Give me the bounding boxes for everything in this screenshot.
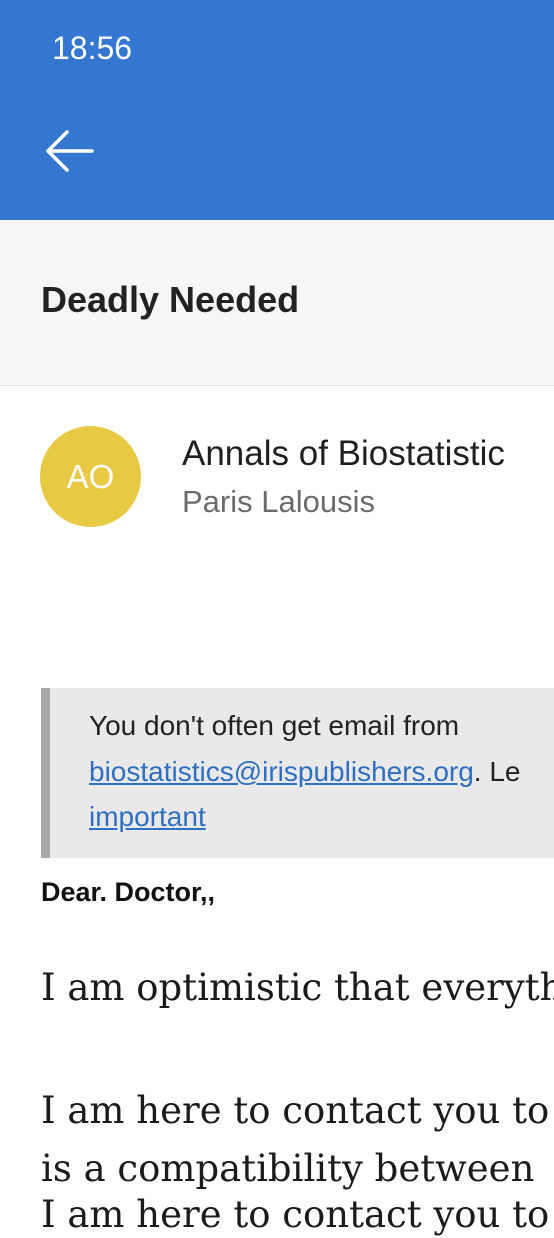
back-button[interactable]	[40, 124, 100, 180]
learn-why-important-link[interactable]: important	[89, 801, 206, 832]
status-bar-time: 18:56	[52, 30, 133, 66]
notice-text: You don't often get email from	[89, 710, 460, 741]
sender-email-link[interactable]: biostatistics@irispublishers.org	[89, 756, 474, 787]
app-bar: 18:56	[0, 0, 554, 220]
sender-avatar[interactable]: AO	[40, 426, 141, 527]
email-body-line: I am here to contact you to	[41, 1193, 550, 1236]
email-greeting: Dear. Doctor,,	[41, 877, 216, 907]
email-body-line: I am here to contact you to	[41, 1089, 550, 1132]
sender-name[interactable]: Annals of Biostatistic	[182, 433, 505, 475]
email-body-line: I am optimistic that everyth	[41, 966, 554, 1009]
email-body-line: is a compatibility between	[41, 1147, 535, 1190]
email-subject: Deadly Needed	[41, 279, 300, 320]
notice-learn-text: . Le	[473, 756, 521, 787]
arrow-left-icon	[46, 130, 94, 172]
notice-line-important: important	[89, 798, 206, 836]
sender-contact: Paris Lalousis	[182, 484, 375, 519]
notice-line-email: biostatistics@irispublishers.org. Le	[89, 753, 520, 791]
